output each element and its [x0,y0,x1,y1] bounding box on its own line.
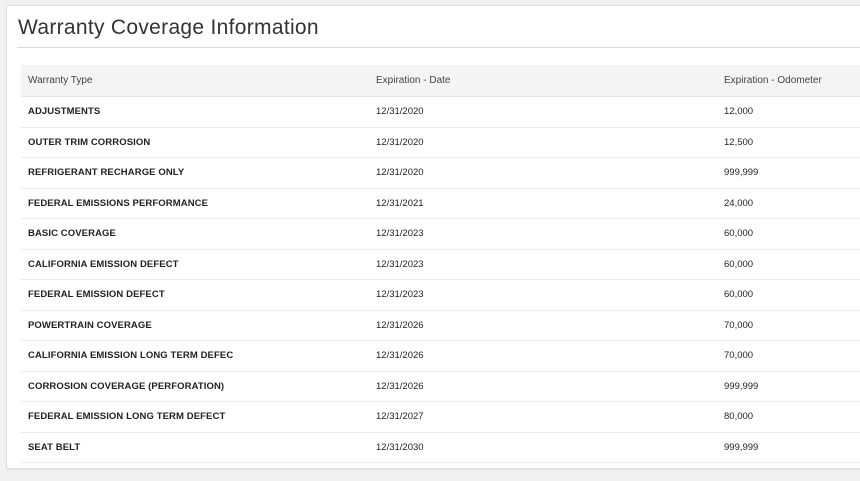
cell-warranty-type: ADJUSTMENTS [21,96,369,128]
table-row: ADJUSTMENTS 12/31/2020 12,000 [21,96,860,128]
cell-expiration-date: 12/31/2020 [369,127,717,158]
cell-expiration-odometer: 12,000 [717,96,860,128]
cell-expiration-date: 12/31/2020 [369,96,717,128]
cell-warranty-type: FEDERAL EMISSION LONG TERM DEFECT [21,401,369,433]
cell-expiration-odometer: 999,999 [717,157,860,189]
table-row: SEAT BELT 12/31/2030 999,999 [21,432,860,463]
cell-expiration-odometer: 60,000 [717,218,860,250]
table-row: FEDERAL EMISSIONS PERFORMANCE 12/31/2021… [21,188,860,219]
cell-warranty-type: CALIFORNIA EMISSION LONG TERM DEFEC [21,340,369,372]
cell-expiration-date: 12/31/2023 [369,249,717,280]
cell-expiration-date: 12/31/2023 [369,279,717,311]
column-header-expiration-odometer: Expiration - Odometer [717,65,860,97]
cell-expiration-date: 12/31/2023 [369,218,717,250]
cell-warranty-type: REFRIGERANT RECHARGE ONLY [21,157,369,189]
cell-expiration-date: 12/31/2026 [369,310,717,341]
cell-warranty-type: BASIC COVERAGE [21,218,369,250]
column-header-expiration-date: Expiration - Date [369,65,717,97]
table-row: BASIC COVERAGE 12/31/2023 60,000 [21,218,860,250]
cell-expiration-odometer: 70,000 [717,340,860,372]
table-row: POWERTRAIN COVERAGE 12/31/2026 70,000 [21,310,860,341]
column-header-warranty-type: Warranty Type [21,65,369,97]
cell-expiration-date: 12/31/2027 [369,401,717,433]
cell-warranty-type: FEDERAL EMISSION DEFECT [21,279,369,311]
cell-expiration-odometer: 999,999 [717,432,860,463]
table-row: CALIFORNIA EMISSION LONG TERM DEFEC 12/3… [21,340,860,372]
cell-expiration-odometer: 80,000 [717,401,860,433]
cell-expiration-date: 12/31/2021 [369,188,717,219]
cell-expiration-odometer: 12,500 [717,127,860,158]
warranty-table-header: Warranty Type Expiration - Date Expirati… [21,65,860,97]
table-row: CORROSION COVERAGE (PERFORATION) 12/31/2… [21,371,860,402]
cell-warranty-type: CALIFORNIA EMISSION DEFECT [21,249,369,280]
table-row: REFRIGERANT RECHARGE ONLY 12/31/2020 999… [21,157,860,189]
cell-expiration-odometer: 60,000 [717,249,860,280]
cell-expiration-date: 12/31/2026 [369,371,717,402]
table-row: CALIFORNIA EMISSION DEFECT 12/31/2023 60… [21,249,860,280]
table-row: FEDERAL EMISSION DEFECT 12/31/2023 60,00… [21,279,860,311]
cell-expiration-date: 12/31/2030 [369,432,717,463]
header-row: Warranty Type Expiration - Date Expirati… [21,65,860,97]
panel-title: Warranty Coverage Information [18,16,319,39]
cell-warranty-type: SEAT BELT [21,432,369,463]
cell-warranty-type: CORROSION COVERAGE (PERFORATION) [21,371,369,402]
cell-expiration-date: 12/31/2020 [369,157,717,189]
warranty-coverage-panel: Warranty Coverage Information Warranty T… [6,5,860,469]
cell-expiration-date: 12/31/2026 [369,340,717,372]
cell-expiration-odometer: 24,000 [717,188,860,219]
cell-warranty-type: POWERTRAIN COVERAGE [21,310,369,341]
table-row: FEDERAL EMISSION LONG TERM DEFECT 12/31/… [21,401,860,433]
cell-expiration-odometer: 999,999 [717,371,860,402]
title-divider [17,47,860,48]
warranty-table: Warranty Type Expiration - Date Expirati… [21,65,860,463]
cell-warranty-type: OUTER TRIM CORROSION [21,127,369,158]
cell-expiration-odometer: 70,000 [717,310,860,341]
cell-warranty-type: FEDERAL EMISSIONS PERFORMANCE [21,188,369,219]
table-row: OUTER TRIM CORROSION 12/31/2020 12,500 [21,127,860,158]
cell-expiration-odometer: 60,000 [717,279,860,311]
warranty-table-body: ADJUSTMENTS 12/31/2020 12,000 OUTER TRIM… [21,96,860,463]
